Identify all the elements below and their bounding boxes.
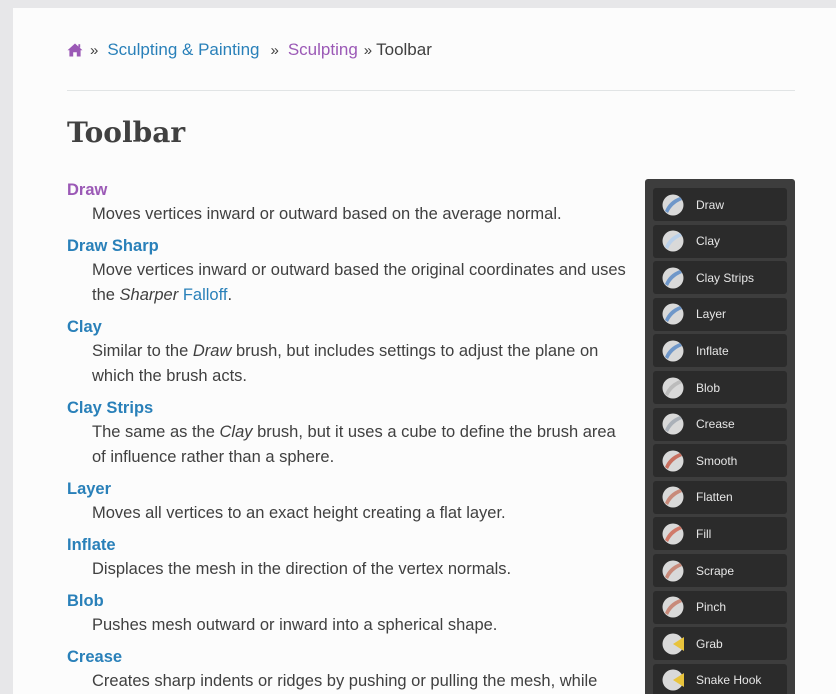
toolbar-item-crease[interactable]: Crease [653,407,787,441]
toolbar-item-smooth[interactable]: Smooth [653,444,787,478]
toolbar-item-label: Blob [696,380,721,395]
header-divider [67,90,795,91]
grab-brush-icon [662,633,684,655]
toolbar-item-flatten[interactable]: Flatten [653,480,787,514]
smooth-brush-icon [662,450,684,472]
tool-link-inflate[interactable]: Inflate [67,536,116,554]
tool-term-crease: Crease [67,647,627,667]
tool-term-clay: Clay [67,317,627,337]
tool-term-blob: Blob [67,591,627,611]
tool-link-clay-strips[interactable]: Clay Strips [67,399,153,417]
breadcrumb-separator: » [270,41,279,59]
desc-text: . [227,286,233,304]
toolbar-item-label: Inflate [696,343,729,358]
toolbar-item-clay-strips[interactable]: Clay Strips [653,261,787,295]
desc-emphasis: Clay [219,423,253,441]
toolbar-item-label: Draw [696,197,725,212]
tool-term-clay-strips: Clay Strips [67,398,627,418]
tool-definition-list: Draw Moves vertices inward or outward ba… [67,180,627,694]
breadcrumb-link-sculpting-painting[interactable]: Sculpting & Painting [107,40,259,60]
tool-link-crease[interactable]: Crease [67,648,122,666]
home-icon[interactable] [67,42,83,58]
inflate-brush-icon [662,340,684,362]
toolbar-item-grab[interactable]: Grab [653,627,787,661]
tool-link-layer[interactable]: Layer [67,480,111,498]
toolbar-item-label: Snake Hook [696,673,762,688]
layer-brush-icon [662,303,684,325]
clay-strips-brush-icon [662,267,684,289]
breadcrumb-separator: » [90,41,99,59]
tool-term-inflate: Inflate [67,535,627,555]
tool-desc-draw: Moves vertices inward or outward based o… [92,205,562,223]
tool-link-clay[interactable]: Clay [67,318,102,336]
toolbar-item-blob[interactable]: Blob [653,371,787,404]
toolbar-item-pinch[interactable]: Pinch [653,590,787,624]
desc-emphasis: Draw [192,342,232,360]
crease-brush-icon [662,413,684,435]
document-page: » Sculpting & Painting » Sculpting » Too… [13,8,836,694]
toolbar-item-label: Flatten [696,490,733,505]
toolbar-item-fill[interactable]: Fill [653,517,787,551]
tool-link-draw-sharp[interactable]: Draw Sharp [67,237,159,255]
toolbar-item-inflate[interactable]: Inflate [653,334,787,368]
toolbar-item-draw[interactable]: Draw [653,188,787,221]
breadcrumb-current: Toolbar [376,40,432,59]
scrape-brush-icon [662,560,684,581]
snake-hook-brush-icon [662,669,684,691]
toolbar-item-scrape[interactable]: Scrape [653,554,787,587]
pinch-brush-icon [662,596,684,618]
fill-brush-icon [662,523,684,545]
tool-desc-clay-strips: The same as the Clay brush, but it uses … [92,420,627,470]
desc-emphasis: Sharper [119,286,179,304]
tool-desc-layer: Moves all vertices to an exact height cr… [92,504,506,522]
tool-link-draw[interactable]: Draw [67,181,107,199]
tool-desc-crease: Creates sharp indents or ridges by pushi… [92,672,598,690]
clay-brush-icon [662,230,684,252]
toolbar-item-label: Pinch [696,600,727,615]
tool-term-draw: Draw [67,180,627,200]
tool-desc-blob: Pushes mesh outward or inward into a sph… [92,616,498,634]
toolbar-item-label: Crease [696,417,735,432]
toolbar-item-label: Layer [696,307,727,322]
toolbar-item-layer[interactable]: Layer [653,297,787,331]
toolbar-item-clay[interactable]: Clay [653,224,787,258]
tool-desc-draw-sharp: Move vertices inward or outward based th… [92,258,627,308]
tool-link-blob[interactable]: Blob [67,592,104,610]
tool-desc-clay: Similar to the Draw brush, but includes … [92,339,627,389]
desc-text: The same as the [92,423,220,441]
blob-brush-icon [662,377,684,398]
breadcrumb: » Sculpting & Painting » Sculpting » Too… [67,40,432,60]
tool-desc-inflate: Displaces the mesh in the direction of t… [92,560,512,578]
tool-term-layer: Layer [67,479,627,499]
tool-term-draw-sharp: Draw Sharp [67,236,627,256]
toolbar-item-label: Scrape [696,563,735,578]
toolbar-item-label: Clay [696,234,721,249]
desc-text: Similar to the [92,342,193,360]
toolbar-screenshot-panel: Draw Clay Clay Strips Layer Inflate Blob Creas… [645,179,795,694]
breadcrumb-link-sculpting[interactable]: Sculpting [288,40,358,60]
toolbar-item-label: Fill [696,526,712,541]
breadcrumb-separator: » [363,41,373,59]
falloff-link[interactable]: Falloff [183,286,228,304]
toolbar-item-label: Smooth [696,453,738,468]
flatten-brush-icon [662,486,684,508]
toolbar-item-snake-hook[interactable]: Snake Hook [653,663,787,694]
toolbar-item-label: Clay Strips [696,270,755,285]
toolbar-item-label: Grab [696,636,723,651]
draw-brush-icon [662,194,684,215]
page-title: Toolbar [67,116,186,149]
